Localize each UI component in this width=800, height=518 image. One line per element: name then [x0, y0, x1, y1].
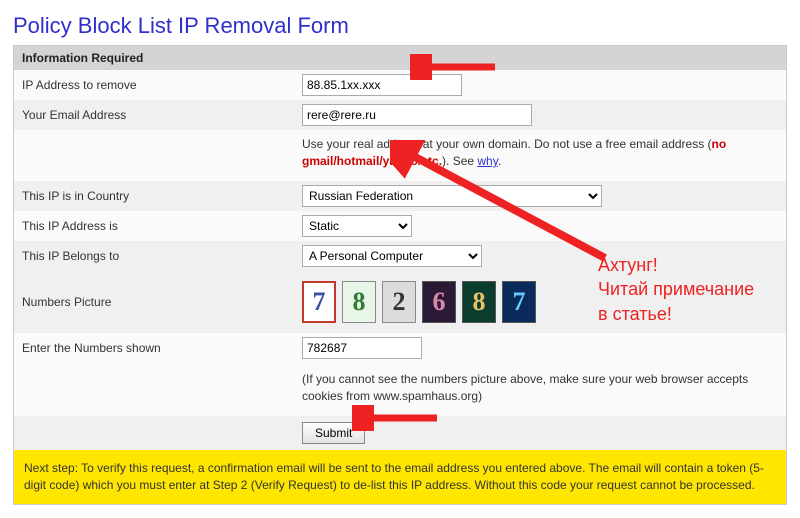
submit-button[interactable]: Submit	[302, 422, 365, 444]
row-submit: Submit	[14, 416, 786, 450]
captcha-tiles: 782687	[302, 281, 536, 323]
row-enter: Enter the Numbers shown	[14, 333, 786, 363]
form-container: Information Required IP Address to remov…	[13, 45, 787, 505]
ip-input[interactable]	[302, 74, 462, 96]
email-hint: Use your real address at your own domain…	[14, 130, 786, 181]
captcha-tile: 8	[462, 281, 496, 323]
captcha-tile: 6	[422, 281, 456, 323]
email-input[interactable]	[302, 104, 532, 126]
row-country: This IP is in Country Russian Federation	[14, 181, 786, 211]
captcha-tile: 8	[342, 281, 376, 323]
country-select[interactable]: Russian Federation	[302, 185, 602, 207]
row-ip: IP Address to remove	[14, 70, 786, 100]
email-hint-pre: Use your real address at your own domain…	[302, 137, 712, 151]
email-hint-post: ). See	[442, 154, 477, 168]
why-link[interactable]: why	[477, 154, 497, 168]
row-belongs: This IP Belongs to A Personal Computer	[14, 241, 786, 271]
captcha-tile: 7	[502, 281, 536, 323]
belongs-label: This IP Belongs to	[22, 249, 302, 263]
belongs-select[interactable]: A Personal Computer	[302, 245, 482, 267]
row-static: This IP Address is Static	[14, 211, 786, 241]
page-title: Policy Block List IP Removal Form	[13, 13, 787, 39]
cookie-hint: (If you cannot see the numbers picture a…	[14, 363, 786, 416]
ip-label: IP Address to remove	[22, 78, 302, 92]
captcha-input[interactable]	[302, 337, 422, 359]
next-step-notice: Next step: To verify this request, a con…	[14, 450, 786, 505]
country-label: This IP is in Country	[22, 189, 302, 203]
captcha-tile: 2	[382, 281, 416, 323]
section-header: Information Required	[14, 46, 786, 70]
static-label: This IP Address is	[22, 219, 302, 233]
email-hint-end: .	[498, 154, 501, 168]
captcha-tile: 7	[302, 281, 336, 323]
enter-label: Enter the Numbers shown	[22, 341, 302, 355]
captcha-label: Numbers Picture	[22, 295, 302, 309]
static-select[interactable]: Static	[302, 215, 412, 237]
row-email: Your Email Address	[14, 100, 786, 130]
row-captcha: Numbers Picture 782687	[14, 271, 786, 333]
email-label: Your Email Address	[22, 108, 302, 122]
